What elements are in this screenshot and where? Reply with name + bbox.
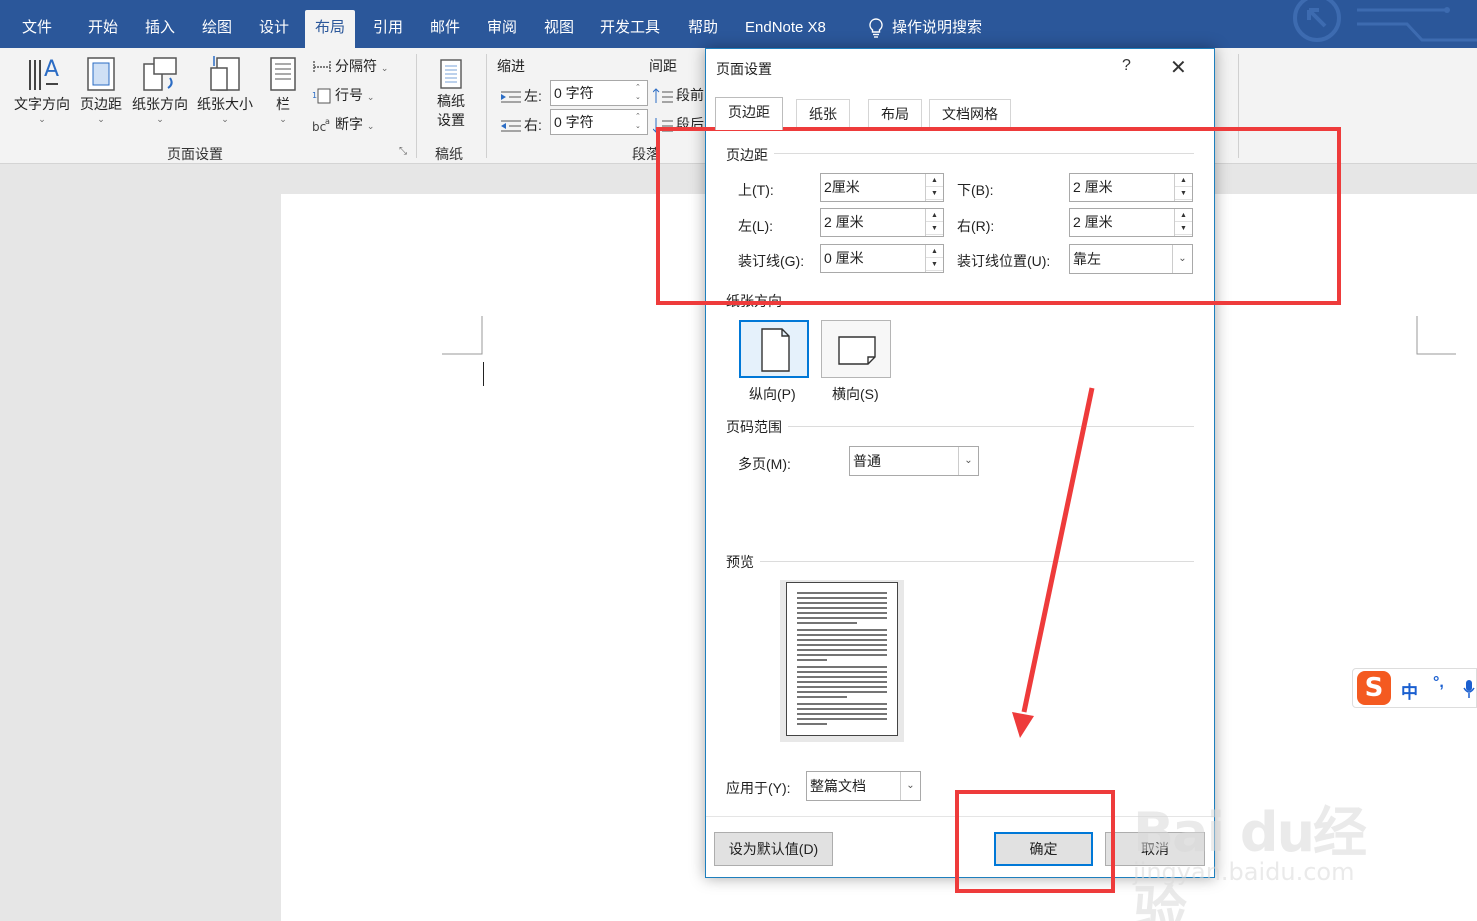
- tab-margins[interactable]: 页边距: [715, 97, 783, 130]
- baidu-watermark: Bai du经验 jingyan.baidu.com: [1133, 770, 1413, 921]
- sogou-logo-icon: S: [1357, 671, 1391, 705]
- ime-mode-indicator[interactable]: 中: [1401, 678, 1418, 703]
- ime-punctuation-indicator[interactable]: °,: [1433, 674, 1444, 692]
- microphone-icon[interactable]: [1463, 679, 1475, 699]
- input-method-toolbar[interactable]: S 中 °,: [1352, 668, 1477, 708]
- watermark-url: jingyan.baidu.com: [1133, 858, 1355, 886]
- watermark-logo-text: Bai du经验: [1133, 801, 1367, 921]
